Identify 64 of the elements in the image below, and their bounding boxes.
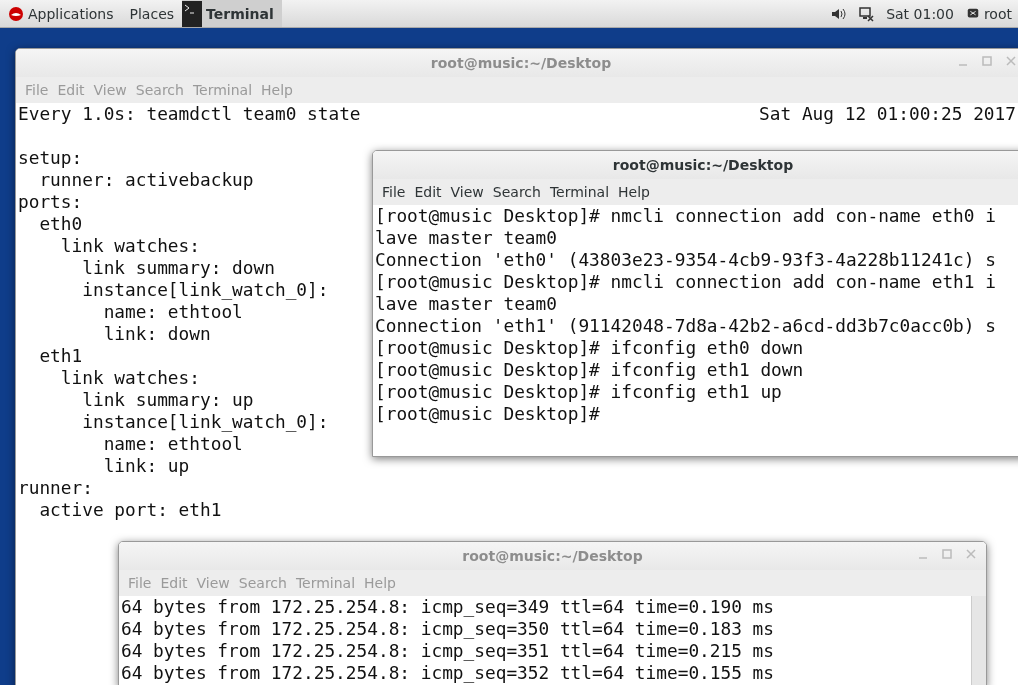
menu-item[interactable]: Help: [260, 82, 299, 98]
menu-item[interactable]: File: [24, 82, 55, 98]
terminal-line: instance[link_watch_0]:: [81, 279, 329, 301]
maximize-icon[interactable]: [942, 548, 952, 560]
menu-item[interactable]: View: [449, 184, 490, 200]
menu-item[interactable]: Terminal: [191, 82, 259, 98]
menu-item[interactable]: Edit: [413, 184, 448, 200]
terminal-line: instance[link_watch_0]:: [81, 411, 329, 433]
menu-item[interactable]: Search: [491, 184, 547, 200]
network-icon: [858, 5, 875, 22]
terminal-line: name: ethtool: [102, 301, 243, 323]
terminal-line: link watches:: [59, 367, 200, 389]
menu-item[interactable]: Edit: [159, 575, 194, 591]
maximize-icon[interactable]: [982, 55, 992, 67]
menu-item[interactable]: Edit: [56, 82, 91, 98]
terminal-line: Connection 'eth0' (43803e23-9354-4cb9-93f3-4a228b11241c) s: [375, 249, 996, 271]
terminal-line: [root@music Desktop]# nmcli connection add con-name eth0 i: [375, 205, 996, 227]
close-icon[interactable]: [966, 548, 976, 560]
window-title: root@music:~/Desktop: [430, 55, 612, 71]
terminal-line: link watches:: [59, 235, 200, 257]
terminal-line: link: down: [102, 323, 211, 345]
terminal-line: runner:: [18, 477, 93, 499]
menu-item[interactable]: File: [381, 184, 412, 200]
menu-item[interactable]: File: [127, 575, 158, 591]
terminal-line: 64 bytes from 172.25.254.8: icmp_seq=349 ttl=64 time=0.190 ms: [121, 596, 775, 618]
terminal-line: runner: activebackup: [38, 169, 254, 191]
places-menu[interactable]: Places: [129, 5, 175, 22]
menu-item[interactable]: Help: [617, 184, 656, 200]
terminal-line: link summary: up: [81, 389, 254, 411]
menu-item[interactable]: View: [195, 575, 236, 591]
menu-item[interactable]: Help: [363, 575, 402, 591]
terminal-line: [root@music Desktop]# ifconfig eth1 down: [375, 359, 804, 381]
terminal-line: lave master team0: [375, 293, 557, 315]
user-menu[interactable]: root: [983, 5, 1012, 22]
scrollbar[interactable]: [971, 596, 986, 685]
menu-item[interactable]: Search: [237, 575, 293, 591]
terminal-line: link summary: down: [81, 257, 275, 279]
terminal-line: Connection 'eth1' (91142048-7d8a-42b2-a6cd-dd3b7c0acc0b) s: [375, 315, 996, 337]
watch-command: Every 1.0s: teamdctl team0 state: [18, 103, 361, 125]
terminal-line: name: ethtool: [102, 433, 243, 455]
terminal-line: [root@music Desktop]# nmcli connection add con-name eth1 i: [375, 271, 996, 293]
menu-item[interactable]: Terminal: [294, 575, 362, 591]
terminal-line: eth0: [38, 213, 83, 235]
clock[interactable]: Sat 01:00: [886, 5, 954, 22]
terminal-line: ports:: [18, 191, 83, 213]
terminal-line: setup:: [18, 147, 83, 169]
window-title: root@music:~/Desktop: [462, 548, 643, 564]
terminal-line: [root@music Desktop]# ifconfig eth1 up: [375, 381, 782, 403]
terminal-line: eth1: [38, 345, 83, 367]
menu-item[interactable]: Search: [134, 82, 190, 98]
terminal-line: 64 bytes from 172.25.254.8: icmp_seq=350 ttl=64 time=0.183 ms: [121, 618, 775, 640]
terminal-line: 64 bytes from 172.25.254.8: icmp_seq=352 ttl=64 time=0.155 ms: [121, 662, 775, 684]
terminal-line: [root@music Desktop]# ifconfig eth0 down: [375, 337, 804, 359]
menu-item[interactable]: Terminal: [548, 184, 616, 200]
terminal-line: link: up: [102, 455, 190, 477]
watch-timestamp: Sat Aug 12 01:00:25 2017: [759, 103, 1016, 125]
terminal-line: active port: eth1: [38, 499, 222, 521]
menu-item[interactable]: View: [92, 82, 133, 98]
terminal-line: lave master team0: [375, 227, 557, 249]
terminal-line: 64 bytes from 172.25.254.8: icmp_seq=351 ttl=64 time=0.215 ms: [121, 640, 775, 662]
applications-menu[interactable]: Applications: [28, 5, 114, 22]
close-icon[interactable]: [1006, 55, 1016, 67]
terminal-line: [root@music Desktop]#: [375, 403, 600, 425]
window-title: root@music:~/Desktop: [612, 157, 794, 173]
